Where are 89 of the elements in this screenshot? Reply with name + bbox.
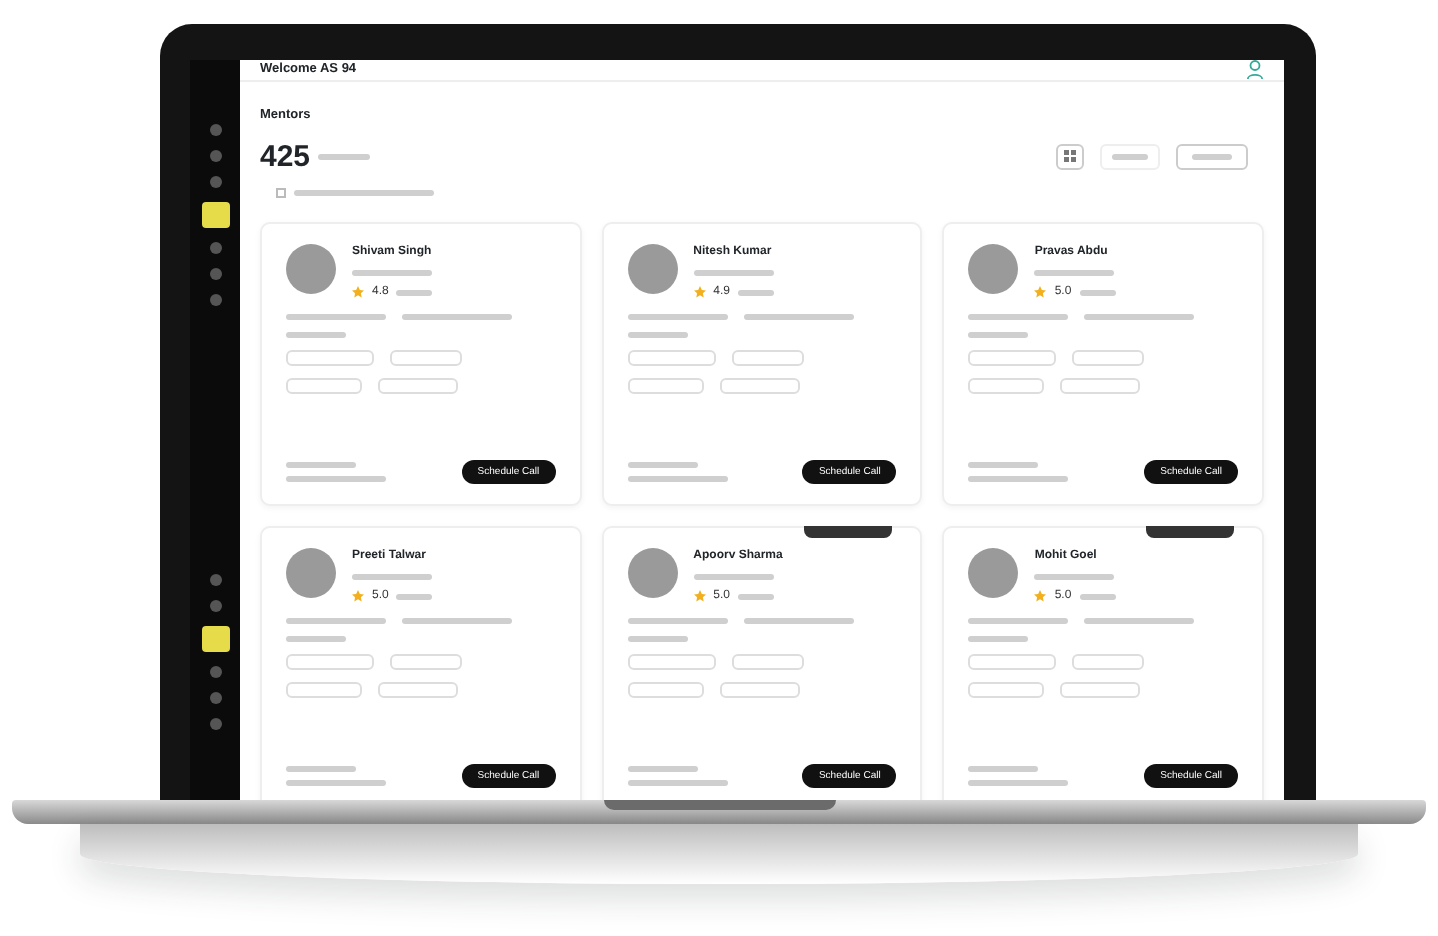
- tag-chip: [968, 349, 1057, 366]
- mentor-count: 425: [260, 141, 311, 172]
- blurred-text: [968, 475, 1069, 482]
- avatar: [968, 243, 1019, 294]
- grid-view-button[interactable]: [1056, 143, 1084, 170]
- blurred-text: [286, 313, 386, 320]
- tag-chip: [1060, 377, 1141, 394]
- tag-chip: [286, 653, 374, 670]
- blurred-text: [968, 461, 1039, 468]
- tag-chip: [731, 653, 804, 670]
- sort-dropdown[interactable]: [1100, 143, 1160, 170]
- blurred-text: [627, 461, 698, 468]
- tag-chip: [378, 681, 458, 698]
- blurred-text: [1034, 573, 1115, 580]
- blurred-text: [968, 331, 1029, 338]
- tag-chip: [627, 653, 716, 670]
- blurred-text: [627, 313, 728, 320]
- blurred-text: [968, 617, 1069, 624]
- blurred-text: [286, 765, 356, 772]
- blurred-text: [286, 635, 346, 642]
- blurred-text: [968, 635, 1029, 642]
- avatar: [286, 243, 336, 294]
- blurred-text: [627, 617, 728, 624]
- star-icon: [352, 590, 364, 603]
- blurred-text: [318, 153, 371, 160]
- blurred-text: [286, 461, 356, 468]
- tag-chip: [1072, 349, 1145, 366]
- blurred-text: [1084, 617, 1195, 624]
- blurred-text: [396, 593, 433, 600]
- tag-chip: [1060, 681, 1141, 698]
- blurred-text: [693, 573, 774, 580]
- blurred-text: [627, 475, 728, 482]
- blurred-text: [968, 765, 1039, 772]
- blurred-text: [294, 189, 434, 196]
- user-icon[interactable]: [1246, 60, 1264, 80]
- tag-chip: [390, 653, 462, 670]
- blurred-text: [627, 765, 698, 772]
- tag-chip: [968, 653, 1057, 670]
- blurred-text: [1079, 593, 1116, 600]
- blurred-text: [402, 313, 512, 320]
- star-icon: [693, 590, 706, 603]
- tag-chip: [390, 349, 462, 366]
- star-icon: [693, 286, 706, 299]
- blurred-text: [627, 331, 688, 338]
- tag-chip: [286, 349, 374, 366]
- tag-chip: [1072, 653, 1145, 670]
- blurred-text: [352, 573, 432, 580]
- blurred-text: [968, 313, 1069, 320]
- blurred-text: [1034, 269, 1115, 276]
- sidebar-icon[interactable]: [201, 202, 229, 228]
- sidebar-icon[interactable]: [201, 626, 229, 652]
- blurred-text: [286, 617, 386, 624]
- tag-chip: [719, 681, 800, 698]
- blurred-text: [738, 593, 774, 600]
- tag-chip: [968, 681, 1045, 698]
- blurred-text: [402, 617, 512, 624]
- tag-chip: [378, 377, 458, 394]
- blurred-text: [352, 269, 432, 276]
- blurred-text: [693, 269, 774, 276]
- blurred-text: [1079, 289, 1116, 296]
- star-icon: [1034, 590, 1047, 603]
- tag-chip: [627, 377, 704, 394]
- blurred-text: [286, 475, 386, 482]
- checkbox[interactable]: [276, 187, 286, 198]
- grid-icon: [1064, 150, 1076, 163]
- tag-chip: [286, 681, 362, 698]
- blurred-text: [743, 617, 854, 624]
- avatar: [968, 547, 1019, 598]
- blurred-text: [738, 289, 774, 296]
- avatar: [286, 547, 336, 598]
- tag-chip: [627, 349, 716, 366]
- avatar: [627, 547, 678, 598]
- blurred-text: [1084, 313, 1195, 320]
- filter-button[interactable]: [1176, 143, 1248, 170]
- star-icon: [352, 286, 364, 299]
- tag-chip: [731, 349, 804, 366]
- blurred-text: [627, 635, 688, 642]
- blurred-text: [627, 779, 728, 786]
- avatar: [627, 243, 678, 294]
- star-icon: [1034, 286, 1047, 299]
- tag-chip: [719, 377, 800, 394]
- tag-chip: [968, 377, 1045, 394]
- blurred-text: [286, 331, 346, 338]
- blurred-text: [286, 779, 386, 786]
- blurred-text: [968, 779, 1069, 786]
- tag-chip: [286, 377, 362, 394]
- tag-chip: [627, 681, 704, 698]
- blurred-text: [396, 289, 433, 296]
- blurred-text: [743, 313, 854, 320]
